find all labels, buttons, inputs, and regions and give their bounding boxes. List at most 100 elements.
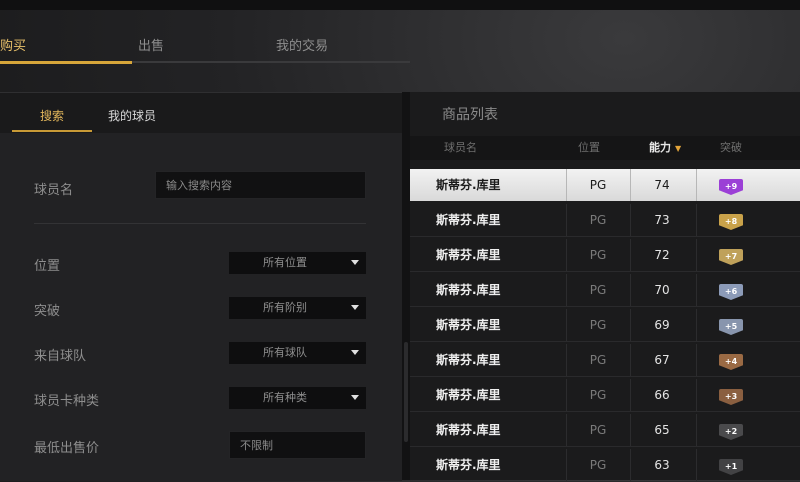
breakthrough-badge-icon: +9 [719, 179, 743, 195]
column-separator [696, 239, 697, 271]
position-select[interactable]: 所有位置 [229, 252, 366, 274]
breakthrough-badge-icon: +6 [719, 284, 743, 300]
min-price-input[interactable]: 不限制 [229, 431, 366, 459]
chevron-down-icon [351, 260, 359, 265]
row-rating: 66 [654, 388, 670, 402]
row-rating: 63 [654, 458, 670, 472]
header-position[interactable]: 位置 [578, 136, 600, 160]
row-player-name: 斯蒂芬.库里 [436, 458, 501, 472]
row-rating: 74 [654, 178, 670, 192]
table-header: 球员名 位置 能力 ▼ 突破 [410, 136, 800, 160]
scrollbar-thumb[interactable] [404, 342, 408, 442]
breakthrough-select-value: 所有阶别 [263, 301, 307, 314]
position-label: 位置 [34, 259, 61, 274]
row-position: PG [589, 178, 607, 192]
row-position: PG [589, 213, 607, 227]
card-type-select-value: 所有种类 [263, 391, 307, 404]
chevron-down-icon [351, 395, 359, 400]
table-row[interactable]: 斯蒂芬.库里 PG 70 +6 [410, 274, 800, 307]
header-rating[interactable]: 能力 ▼ [649, 136, 681, 160]
min-price-label: 最低出售价 [34, 441, 100, 456]
team-select-value: 所有球队 [263, 346, 307, 359]
column-separator [630, 239, 631, 271]
column-separator [566, 414, 567, 446]
card-type-label: 球员卡种类 [34, 394, 100, 409]
row-player-name: 斯蒂芬.库里 [436, 213, 501, 227]
player-name-input[interactable]: 输入搜索内容 [155, 171, 366, 199]
sub-tabs: 搜索 我的球员 [0, 93, 402, 133]
row-breakthrough: +8 [698, 204, 764, 236]
table-row[interactable]: 斯蒂芬.库里 PG 63 +1 [410, 449, 800, 482]
table-row[interactable]: 斯蒂芬.库里 PG 73 +8 [410, 204, 800, 237]
header-player-name[interactable]: 球员名 [444, 136, 477, 160]
row-player-name: 斯蒂芬.库里 [436, 388, 501, 402]
breakthrough-badge-icon: +3 [719, 389, 743, 405]
player-name-label: 球员名 [34, 183, 74, 198]
row-position: PG [589, 318, 607, 332]
column-separator [696, 274, 697, 306]
row-player-name: 斯蒂芬.库里 [436, 423, 501, 437]
panel-scrollbar[interactable] [402, 92, 410, 480]
column-separator [696, 169, 697, 201]
row-position: PG [589, 283, 607, 297]
row-position: PG [589, 248, 607, 262]
header-rating-label: 能力 [649, 141, 671, 154]
column-separator [696, 449, 697, 481]
breakthrough-select[interactable]: 所有阶别 [229, 297, 366, 319]
column-separator [630, 169, 631, 201]
tab-search[interactable]: 搜索 [40, 93, 64, 131]
column-separator [630, 204, 631, 236]
column-separator [566, 239, 567, 271]
product-list-panel: 商品列表 球员名 位置 能力 ▼ 突破 斯蒂芬.库里 PG 74 +9 斯蒂芬.库里 PG 7… [410, 92, 800, 482]
tab-my-trades[interactable]: 我的交易 [276, 34, 328, 64]
column-separator [566, 344, 567, 376]
column-separator [566, 309, 567, 341]
row-breakthrough: +3 [698, 379, 764, 411]
row-breakthrough: +7 [698, 239, 764, 271]
table-row[interactable]: 斯蒂芬.库里 PG 67 +4 [410, 344, 800, 377]
column-separator [630, 379, 631, 411]
column-separator [630, 449, 631, 481]
row-rating: 69 [654, 318, 670, 332]
column-separator [566, 449, 567, 481]
column-separator [696, 204, 697, 236]
column-separator [630, 309, 631, 341]
table-row[interactable]: 斯蒂芬.库里 PG 72 +7 [410, 239, 800, 272]
column-separator [696, 344, 697, 376]
breakthrough-label: 突破 [34, 304, 61, 319]
header-breakthrough[interactable]: 突破 [720, 136, 742, 160]
row-breakthrough: +4 [698, 344, 764, 376]
row-player-name: 斯蒂芬.库里 [436, 353, 501, 367]
table-row[interactable]: 斯蒂芬.库里 PG 74 +9 [410, 169, 800, 201]
column-separator [630, 274, 631, 306]
tab-my-players[interactable]: 我的球员 [108, 93, 156, 131]
main-tabs-active-indicator [0, 61, 132, 64]
team-select[interactable]: 所有球队 [229, 342, 366, 364]
row-rating: 65 [654, 423, 670, 437]
table-row[interactable]: 斯蒂芬.库里 PG 66 +3 [410, 379, 800, 412]
breakthrough-badge-icon: +7 [719, 249, 743, 265]
card-type-select[interactable]: 所有种类 [229, 387, 366, 409]
row-rating: 73 [654, 213, 670, 227]
row-player-name: 斯蒂芬.库里 [436, 178, 501, 192]
sub-tab-active-indicator [12, 130, 92, 132]
column-separator [566, 169, 567, 201]
row-position: PG [589, 353, 607, 367]
position-select-value: 所有位置 [263, 256, 307, 269]
row-rating: 72 [654, 248, 670, 262]
column-separator [696, 309, 697, 341]
table-row[interactable]: 斯蒂芬.库里 PG 65 +2 [410, 414, 800, 447]
column-separator [630, 344, 631, 376]
breakthrough-badge-icon: +8 [719, 214, 743, 230]
row-breakthrough: +2 [698, 414, 764, 446]
table-row[interactable]: 斯蒂芬.库里 PG 69 +5 [410, 309, 800, 342]
column-separator [566, 204, 567, 236]
row-breakthrough: +9 [698, 169, 764, 201]
row-rating: 70 [654, 283, 670, 297]
tab-buy[interactable]: 购买 [0, 34, 26, 64]
tab-sell[interactable]: 出售 [138, 34, 164, 64]
row-rating: 67 [654, 353, 670, 367]
search-panel: 搜索 我的球员 球员名 输入搜索内容 位置 所有位置 突破 所有阶别 来自球队 … [0, 92, 402, 481]
row-player-name: 斯蒂芬.库里 [436, 283, 501, 297]
team-label: 来自球队 [34, 349, 87, 364]
